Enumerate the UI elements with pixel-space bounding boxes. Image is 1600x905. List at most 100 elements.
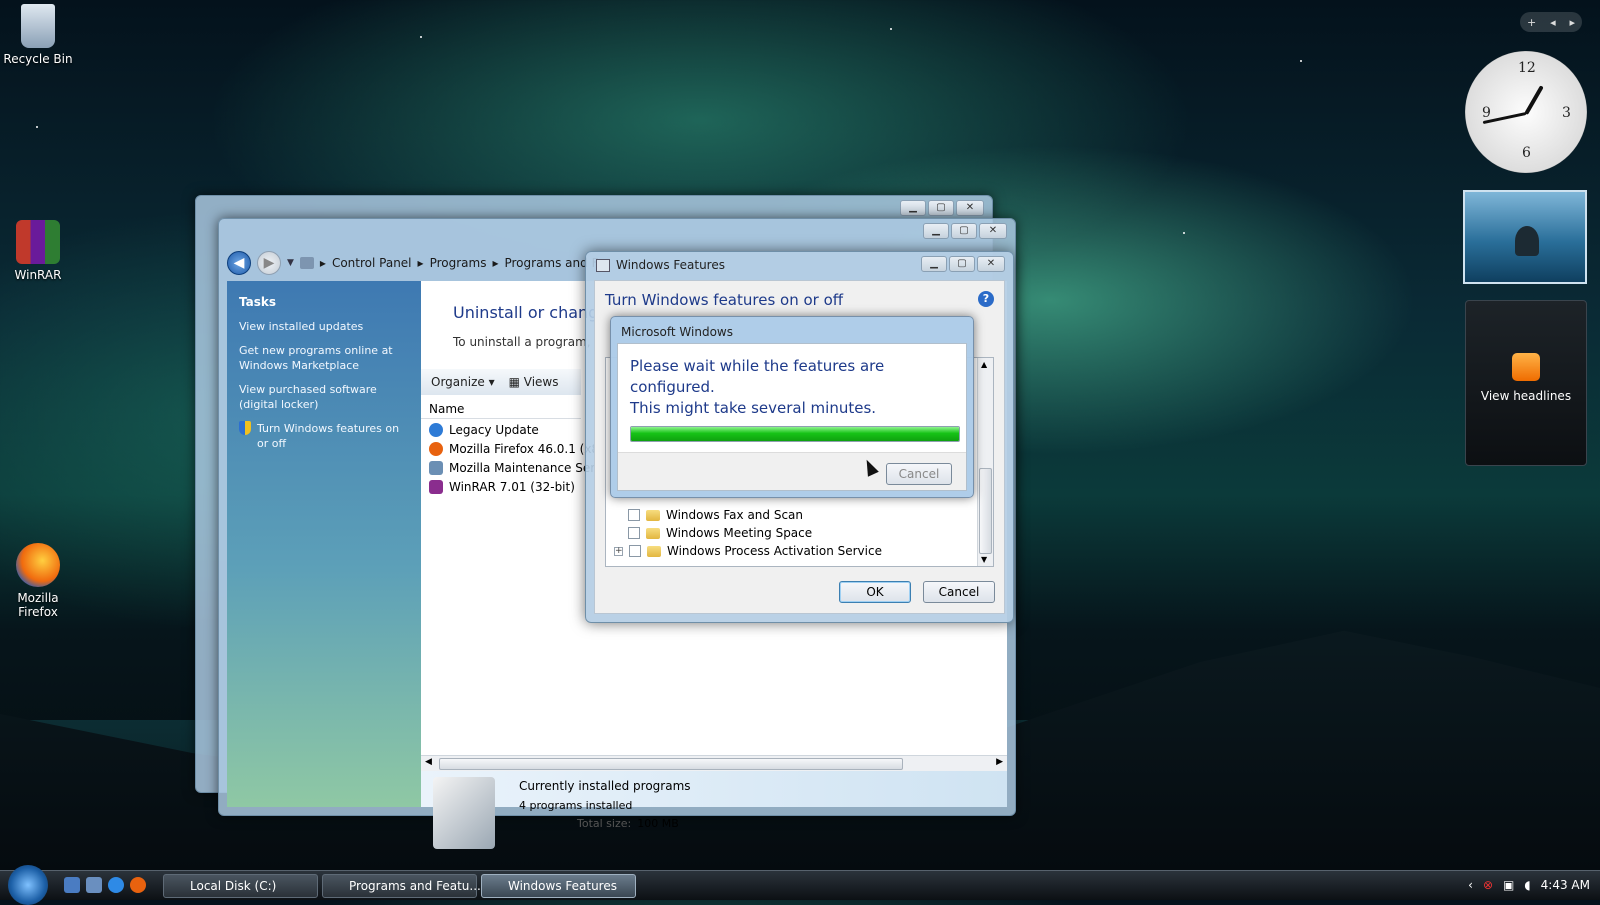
- taskbar-item-label: Local Disk (C:): [190, 879, 277, 893]
- dialog-body: Please wait while the features are confi…: [617, 343, 967, 491]
- taskbar-item-local-disk[interactable]: Local Disk (C:): [163, 874, 318, 898]
- views-button[interactable]: ▦ Views: [509, 375, 559, 389]
- mouse-cursor-icon: [861, 457, 879, 477]
- feature-item[interactable]: + Windows Process Activation Service: [614, 544, 882, 558]
- clock-gadget[interactable]: 12 3 6 9: [1465, 51, 1587, 173]
- organize-button[interactable]: Organize ▾: [431, 375, 495, 389]
- star: [1300, 60, 1302, 62]
- folder-icon: [646, 509, 660, 521]
- task-get-new-programs[interactable]: Get new programs online at Windows Marke…: [239, 343, 409, 373]
- breadcrumb-control-panel[interactable]: Control Panel: [332, 256, 412, 270]
- page-subtitle: To uninstall a program,: [453, 335, 591, 349]
- list-item[interactable]: Mozilla Maintenance Serv: [429, 461, 602, 475]
- switch-windows-icon[interactable]: [86, 877, 102, 893]
- maximize-button[interactable]: ▢: [949, 256, 975, 272]
- dialog-footer: Cancel: [618, 452, 966, 490]
- breadcrumb-programs[interactable]: Programs: [430, 256, 487, 270]
- minimize-button[interactable]: ▁: [921, 256, 947, 272]
- close-button[interactable]: ✕: [956, 200, 984, 216]
- column-header-name[interactable]: Name: [421, 399, 581, 419]
- volume-muted-icon[interactable]: ◖: [1524, 878, 1530, 892]
- minimize-button[interactable]: ▁: [923, 223, 949, 239]
- firefox-icon: [16, 543, 60, 587]
- network-icon[interactable]: ▣: [1503, 878, 1514, 892]
- details-count: 4 programs installed: [519, 799, 633, 812]
- feature-checkbox[interactable]: [629, 545, 641, 557]
- program-name: Mozilla Maintenance Serv: [449, 461, 603, 475]
- desktop-icon-winrar[interactable]: WinRAR: [0, 220, 76, 282]
- taskbar-item-label: Windows Features: [508, 879, 617, 893]
- add-gadget-icon[interactable]: +: [1527, 16, 1536, 29]
- list-item[interactable]: Legacy Update: [429, 423, 539, 437]
- cancel-button[interactable]: Cancel: [886, 463, 952, 485]
- star: [420, 36, 422, 38]
- feature-item[interactable]: Windows Fax and Scan: [628, 508, 803, 522]
- scroll-left-icon[interactable]: ◀: [425, 757, 432, 767]
- page-title: Uninstall or chang: [453, 303, 599, 322]
- next-icon[interactable]: ▸: [1570, 16, 1576, 29]
- show-desktop-icon[interactable]: [64, 877, 80, 893]
- recent-pages-icon[interactable]: ▼: [287, 258, 294, 268]
- scroll-down-icon[interactable]: ▼: [981, 555, 987, 564]
- firefox-icon[interactable]: [130, 877, 146, 893]
- size-value: 100 MB: [637, 817, 679, 830]
- configuring-features-dialog[interactable]: Microsoft Windows Please wait while the …: [610, 316, 974, 498]
- folder-icon: [646, 527, 660, 539]
- maximize-button[interactable]: ▢: [928, 200, 954, 216]
- task-view-purchased-software[interactable]: View purchased software (digital locker): [239, 382, 409, 412]
- back-button[interactable]: ◀: [227, 251, 251, 275]
- taskbar-item-windows-features[interactable]: Windows Features: [481, 874, 636, 898]
- feature-label: Windows Fax and Scan: [666, 508, 804, 522]
- winrar-icon: [429, 480, 443, 494]
- taskbar: Local Disk (C:) Programs and Featu... Wi…: [0, 865, 1600, 905]
- cancel-button[interactable]: Cancel: [923, 581, 995, 603]
- sidebar-controls: + ◂ ▸: [1520, 12, 1582, 32]
- taskbar-item-programs-and-features[interactable]: Programs and Featu...: [322, 874, 481, 898]
- desktop-icon-firefox[interactable]: Mozilla Firefox: [0, 543, 76, 619]
- feature-checkbox[interactable]: [628, 527, 640, 539]
- task-turn-windows-features[interactable]: Turn Windows features on or off: [239, 421, 409, 451]
- details-size: Total size: 100 MB: [577, 817, 679, 830]
- vertical-scrollbar[interactable]: ▲ ▼: [977, 358, 993, 566]
- feature-item[interactable]: Windows Meeting Space: [628, 526, 812, 540]
- maximize-button[interactable]: ▢: [951, 223, 977, 239]
- taskbar-clock[interactable]: 4:43 AM: [1541, 878, 1590, 892]
- rss-icon: [1512, 353, 1540, 381]
- show-hidden-icons-icon[interactable]: ‹: [1468, 878, 1473, 892]
- forward-button[interactable]: ▶: [257, 251, 281, 275]
- view-headlines-link[interactable]: View headlines: [1466, 389, 1586, 403]
- window-controls: ▁ ▢ ✕: [921, 256, 1005, 272]
- task-label: Turn Windows features on or off: [257, 422, 400, 450]
- horizontal-scrollbar[interactable]: ◀ ▶: [421, 755, 1007, 771]
- progress-message-line: This might take several minutes.: [630, 399, 877, 417]
- feature-label: Windows Process Activation Service: [667, 544, 882, 558]
- expand-icon[interactable]: +: [614, 546, 623, 556]
- scroll-right-icon[interactable]: ▶: [996, 757, 1003, 767]
- slideshow-gadget[interactable]: [1463, 190, 1587, 284]
- whale-tail-icon: [1515, 226, 1539, 256]
- close-button[interactable]: ✕: [979, 223, 1007, 239]
- task-view-installed-updates[interactable]: View installed updates: [239, 319, 409, 334]
- list-item[interactable]: WinRAR 7.01 (32-bit): [429, 480, 575, 494]
- control-panel-icon: [299, 257, 314, 269]
- previous-icon[interactable]: ◂: [1550, 16, 1556, 29]
- security-alert-icon[interactable]: ⊗: [1483, 878, 1493, 892]
- organize-label: Organize: [431, 375, 485, 389]
- ok-button[interactable]: OK: [839, 581, 911, 603]
- scroll-up-icon[interactable]: ▲: [981, 360, 987, 369]
- scrollbar-thumb[interactable]: [979, 468, 992, 554]
- desktop-icon-recycle-bin[interactable]: Recycle Bin: [0, 4, 76, 66]
- start-button[interactable]: [8, 865, 48, 905]
- scrollbar-thumb[interactable]: [439, 758, 903, 770]
- installer-box-icon: [433, 777, 495, 849]
- minimize-button[interactable]: ▁: [900, 200, 926, 216]
- quick-launch: [64, 877, 146, 893]
- firefox-icon: [429, 442, 443, 456]
- close-button[interactable]: ✕: [977, 256, 1005, 272]
- internet-explorer-icon[interactable]: [108, 877, 124, 893]
- progress-message: Please wait while the features are confi…: [630, 356, 966, 419]
- feed-headlines-gadget[interactable]: View headlines: [1465, 300, 1587, 466]
- help-icon[interactable]: ?: [978, 291, 994, 307]
- list-item[interactable]: Mozilla Firefox 46.0.1 (x86: [429, 442, 607, 456]
- feature-checkbox[interactable]: [628, 509, 640, 521]
